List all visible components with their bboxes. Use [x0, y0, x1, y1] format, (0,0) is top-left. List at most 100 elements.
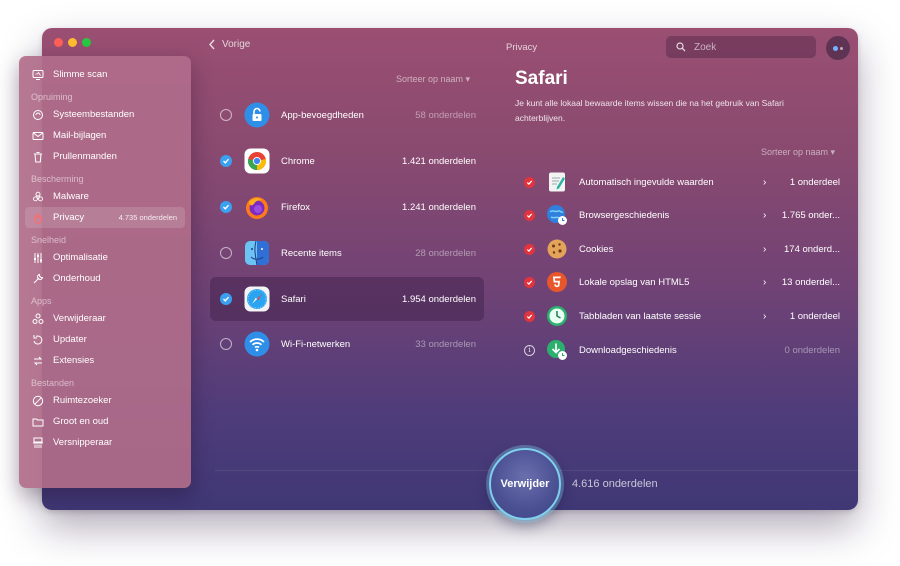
sidebar-item-optimization[interactable]: Optimalisatie: [19, 247, 191, 268]
zoom-window-button[interactable]: [82, 38, 91, 47]
app-count: 28 onderdelen: [415, 247, 476, 259]
app-count: 58 onderdelen: [415, 109, 476, 121]
sort-by-name-button[interactable]: Sorteer op naam ▾: [761, 147, 835, 158]
checkmark-icon: [526, 280, 533, 285]
download-icon: [546, 339, 568, 361]
sidebar-item-label: Prullenmanden: [53, 151, 117, 162]
sidebar-item-maintenance[interactable]: Onderhoud: [19, 268, 191, 289]
checkbox-checked[interactable]: [220, 155, 232, 167]
sidebar-item-mail-attachments[interactable]: Mail-bijlagen: [19, 125, 191, 146]
sidebar-item-extensions[interactable]: Extensies: [19, 350, 191, 371]
detail-item-name: Downloadgeschiedenis: [579, 344, 677, 356]
sidebar-item-smart-scan[interactable]: Slimme scan: [19, 64, 191, 85]
detail-item-cookies[interactable]: Cookies › 174 onderd...: [520, 234, 844, 264]
chrome-icon: [244, 148, 270, 174]
checkbox-checked[interactable]: [524, 243, 535, 255]
checkmark-icon: [526, 247, 533, 252]
checkbox-checked[interactable]: [524, 209, 535, 221]
detail-item-browser-history[interactable]: Browsergeschiedenis › 1.765 onder...: [520, 200, 844, 230]
sidebar-section-title: Bescherming: [31, 174, 84, 184]
chevron-right-icon[interactable]: ›: [763, 311, 766, 322]
checkbox[interactable]: [220, 338, 232, 350]
window-title: Privacy: [506, 42, 538, 53]
app-name: Firefox: [281, 201, 311, 213]
hand-icon: [31, 211, 44, 224]
sidebar-item-space-lens[interactable]: Ruimtezoeker: [19, 390, 191, 411]
search-input[interactable]: [694, 41, 804, 53]
checkbox-checked[interactable]: [524, 310, 535, 322]
monitor-scan-icon: [31, 68, 44, 81]
sidebar-item-label: Optimalisatie: [53, 252, 108, 263]
sidebar-item-label: Groot en oud: [53, 416, 109, 427]
app-count: 33 onderdelen: [415, 338, 476, 350]
back-label: Vorige: [222, 39, 251, 50]
sidebar-item-shredder[interactable]: Versnipperaar: [19, 432, 191, 453]
list-item-app-permissions[interactable]: App-bevoegdheden 58 onderdelen: [210, 93, 484, 137]
cookie-icon: [546, 238, 568, 260]
finder-icon: [244, 240, 270, 266]
checkbox-checked[interactable]: [524, 276, 535, 288]
info-icon[interactable]: i: [524, 344, 535, 356]
assistant-button[interactable]: [826, 36, 850, 60]
sidebar: Slimme scan Opruiming Systeembestanden M…: [19, 56, 191, 488]
checkbox-checked[interactable]: [220, 293, 232, 305]
clock-icon: [546, 305, 568, 327]
sidebar-item-label: Ruimtezoeker: [53, 395, 112, 406]
wifi-icon: [244, 331, 270, 357]
detail-item-autofill[interactable]: Automatisch ingevulde waarden › 1 onderd…: [520, 167, 844, 197]
list-item-safari[interactable]: Safari 1.954 onderdelen: [210, 277, 484, 321]
globe-clock-icon: [546, 204, 568, 226]
sidebar-item-malware[interactable]: Malware: [19, 186, 191, 207]
minimize-window-button[interactable]: [68, 38, 77, 47]
sidebar-section-title: Apps: [31, 296, 52, 306]
update-arrow-icon: [31, 333, 44, 346]
list-item-chrome[interactable]: Chrome 1.421 onderdelen: [210, 139, 484, 183]
shredder-icon: [31, 436, 44, 449]
detail-item-download-history[interactable]: i Downloadgeschiedenis 0 onderdelen: [520, 335, 844, 365]
detail-item-name: Cookies: [579, 243, 614, 255]
sort-by-name-button[interactable]: Sorteer op naam ▾: [396, 74, 470, 85]
sidebar-item-uninstaller[interactable]: Verwijderaar: [19, 308, 191, 329]
checkbox-checked[interactable]: [220, 201, 232, 213]
sidebar-item-trash-bins[interactable]: Prullenmanden: [19, 146, 191, 167]
safari-icon: [244, 286, 270, 312]
back-button[interactable]: Vorige: [208, 39, 250, 50]
list-item-wifi-networks[interactable]: Wi-Fi-netwerken 33 onderdelen: [210, 322, 484, 366]
sidebar-item-updater[interactable]: Updater: [19, 329, 191, 350]
chevron-right-icon[interactable]: ›: [763, 210, 766, 221]
sidebar-item-label: Onderhoud: [53, 273, 101, 284]
sidebar-section-title: Snelheid: [31, 235, 67, 245]
app-count: 1.421 onderdelen: [402, 155, 476, 167]
space-lens-icon: [31, 394, 44, 407]
list-item-firefox[interactable]: Firefox 1.241 onderdelen: [210, 185, 484, 229]
sidebar-item-label: Slimme scan: [53, 69, 108, 80]
checkbox[interactable]: [220, 247, 232, 259]
chevron-right-icon[interactable]: ›: [763, 177, 766, 188]
checkbox-checked[interactable]: [524, 176, 535, 188]
app-name: App-bevoegdheden: [281, 109, 364, 121]
sidebar-item-privacy[interactable]: Privacy 4.735 onderdelen: [25, 207, 185, 228]
detail-item-name: Automatisch ingevulde waarden: [579, 176, 714, 188]
detail-item-html5-storage[interactable]: Lokale opslag van HTML5 › 13 onderdel...: [520, 267, 844, 297]
remove-button[interactable]: Verwijder: [489, 448, 561, 520]
sidebar-item-label: Privacy: [53, 212, 85, 223]
app-name: Wi-Fi-netwerken: [281, 338, 351, 350]
close-window-button[interactable]: [54, 38, 63, 47]
checkmark-icon: [223, 204, 230, 210]
biohazard-icon: [31, 190, 44, 203]
list-item-recent-items[interactable]: Recente items 28 onderdelen: [210, 231, 484, 275]
detail-item-count: 1 onderdeel: [789, 176, 840, 188]
detail-item-count: 13 onderdel...: [781, 276, 840, 288]
detail-item-last-session-tabs[interactable]: Tabbladen van laatste sessie › 1 onderde…: [520, 301, 844, 331]
sidebar-item-large-old[interactable]: Groot en oud: [19, 411, 191, 432]
checkmark-icon: [223, 158, 230, 164]
checkbox[interactable]: [220, 109, 232, 121]
search-box[interactable]: [666, 36, 816, 58]
chevron-right-icon[interactable]: ›: [763, 277, 766, 288]
detail-item-count: 174 onderd...: [784, 243, 840, 255]
chevron-right-icon[interactable]: ›: [763, 244, 766, 255]
chevron-left-icon: [209, 39, 215, 50]
sidebar-item-system-junk[interactable]: Systeembestanden: [19, 104, 191, 125]
trash-icon: [31, 150, 44, 163]
detail-title: Safari: [515, 68, 568, 89]
